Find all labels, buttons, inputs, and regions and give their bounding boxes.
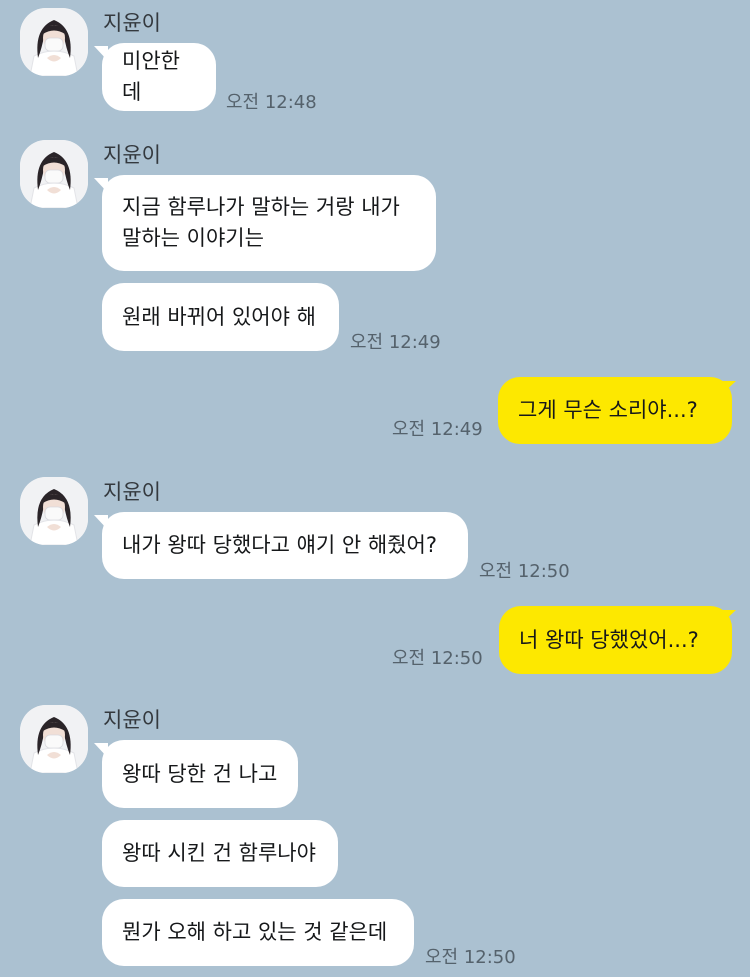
sender-name: 지윤이 xyxy=(103,480,161,504)
friend-avatar[interactable] xyxy=(20,477,88,545)
profile-photo xyxy=(20,8,88,76)
message-bubble[interactable]: 원래 바뀌어 있어야 해 xyxy=(102,283,339,351)
message-text: 왕따 당한 건 나고 xyxy=(122,761,278,786)
message-text: 지금 함루나가 말하는 거랑 내가 말하는 이야기는 xyxy=(122,195,400,250)
friend-avatar[interactable] xyxy=(20,8,88,76)
message-time: 오전 12:49 xyxy=(392,419,483,440)
my-message-bubble[interactable]: 너 왕따 당했었어...? xyxy=(499,606,732,674)
message-bubble[interactable]: 미안한데 xyxy=(102,43,216,111)
message-text: 뭔가 오해 하고 있는 것 같은데 xyxy=(122,920,388,944)
my-message-bubble[interactable]: 그게 무슨 소리야...? xyxy=(498,377,732,444)
sender-name: 지윤이 xyxy=(103,708,161,732)
message-bubble[interactable]: 뭔가 오해 하고 있는 것 같은데 xyxy=(102,899,414,966)
message-text: 너 왕따 당했었어...? xyxy=(519,627,699,652)
message-time: 오전 12:48 xyxy=(226,92,317,113)
message-time: 오전 12:49 xyxy=(350,332,441,353)
message-time: 오전 12:50 xyxy=(392,648,483,669)
message-bubble[interactable]: 왕따 당한 건 나고 xyxy=(102,740,298,808)
message-bubble[interactable]: 내가 왕따 당했다고 얘기 안 해줬어? xyxy=(102,512,468,579)
sender-name: 지윤이 xyxy=(103,143,161,167)
message-text: 그게 무슨 소리야...? xyxy=(518,398,698,422)
message-text: 내가 왕따 당했다고 얘기 안 해줬어? xyxy=(122,533,438,557)
bubble-tail xyxy=(720,381,736,396)
sender-name: 지윤이 xyxy=(103,11,161,35)
profile-photo xyxy=(20,140,88,208)
message-bubble[interactable]: 왕따 시킨 건 함루나야 xyxy=(102,820,338,887)
profile-photo xyxy=(20,477,88,545)
bubble-tail xyxy=(720,610,736,625)
message-text: 왕따 시킨 건 함루나야 xyxy=(122,841,316,865)
message-time: 오전 12:50 xyxy=(425,947,516,968)
friend-avatar[interactable] xyxy=(20,705,88,773)
message-text: 원래 바뀌어 있어야 해 xyxy=(122,304,316,329)
message-text: 미안한데 xyxy=(122,49,180,104)
friend-avatar[interactable] xyxy=(20,140,88,208)
chat-room[interactable]: 지윤이 미안한데 오전 12:48 지윤이 지금 함루나가 말하는 거랑 내가 … xyxy=(0,0,750,977)
message-time: 오전 12:50 xyxy=(479,561,570,582)
message-bubble[interactable]: 지금 함루나가 말하는 거랑 내가 말하는 이야기는 xyxy=(102,175,436,271)
profile-photo xyxy=(20,705,88,773)
